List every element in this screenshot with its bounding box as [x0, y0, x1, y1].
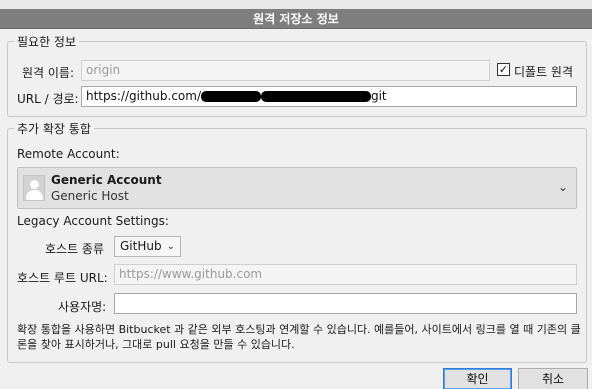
url-redaction-2	[260, 91, 371, 102]
dialog-content: 필요한 정보 원격 이름: origin ✓ 디폴트 원격 URL / 경로: …	[0, 29, 592, 389]
account-name: Generic Account	[51, 173, 162, 187]
extended-integration-legend: 추가 확장 통합	[14, 120, 94, 137]
chevron-down-icon: ⌄	[166, 241, 175, 252]
host-type-value: GitHub	[120, 239, 162, 253]
window-top-strip	[0, 0, 592, 9]
remote-account-label: Remote Account:	[17, 147, 120, 161]
account-host: Generic Host	[51, 189, 129, 203]
user-avatar-icon	[23, 175, 45, 201]
url-prefix-text: https://github.com/	[86, 89, 201, 103]
host-type-select[interactable]: GitHub ⌄	[114, 236, 181, 257]
username-label: 사용자명:	[58, 300, 107, 314]
url-suffix-text: git	[370, 89, 387, 103]
url-label: URL / 경로:	[17, 92, 79, 106]
cancel-button[interactable]: 취소	[518, 368, 588, 389]
dialog-title: 원격 저장소 정보	[0, 9, 592, 29]
url-input[interactable]: https://github.com/git	[81, 86, 577, 107]
default-remote-label: 디폴트 원격	[514, 65, 574, 79]
integration-note: 확장 통합을 사용하면 Bitbucket 과 같은 외부 호스팅과 연계할 수…	[17, 323, 581, 351]
required-info-legend: 필요한 정보	[14, 33, 80, 50]
ok-button[interactable]: 확인	[443, 368, 512, 389]
remote-account-dropdown[interactable]: Generic Account Generic Host ⌄	[17, 167, 577, 209]
remote-name-input[interactable]: origin	[81, 60, 490, 81]
remote-name-label: 원격 이름:	[22, 66, 75, 80]
host-type-label: 호스트 종류	[45, 242, 105, 256]
url-redaction-1	[200, 91, 261, 102]
username-input[interactable]	[114, 293, 577, 314]
check-icon: ✓	[498, 63, 509, 76]
legacy-settings-label: Legacy Account Settings:	[17, 214, 169, 228]
chevron-down-icon: ⌄	[557, 180, 568, 194]
host-root-url-label: 호스트 루트 URL:	[17, 271, 108, 285]
host-root-url-input[interactable]: https://www.github.com	[114, 264, 577, 285]
default-remote-checkbox[interactable]: ✓	[497, 63, 510, 76]
